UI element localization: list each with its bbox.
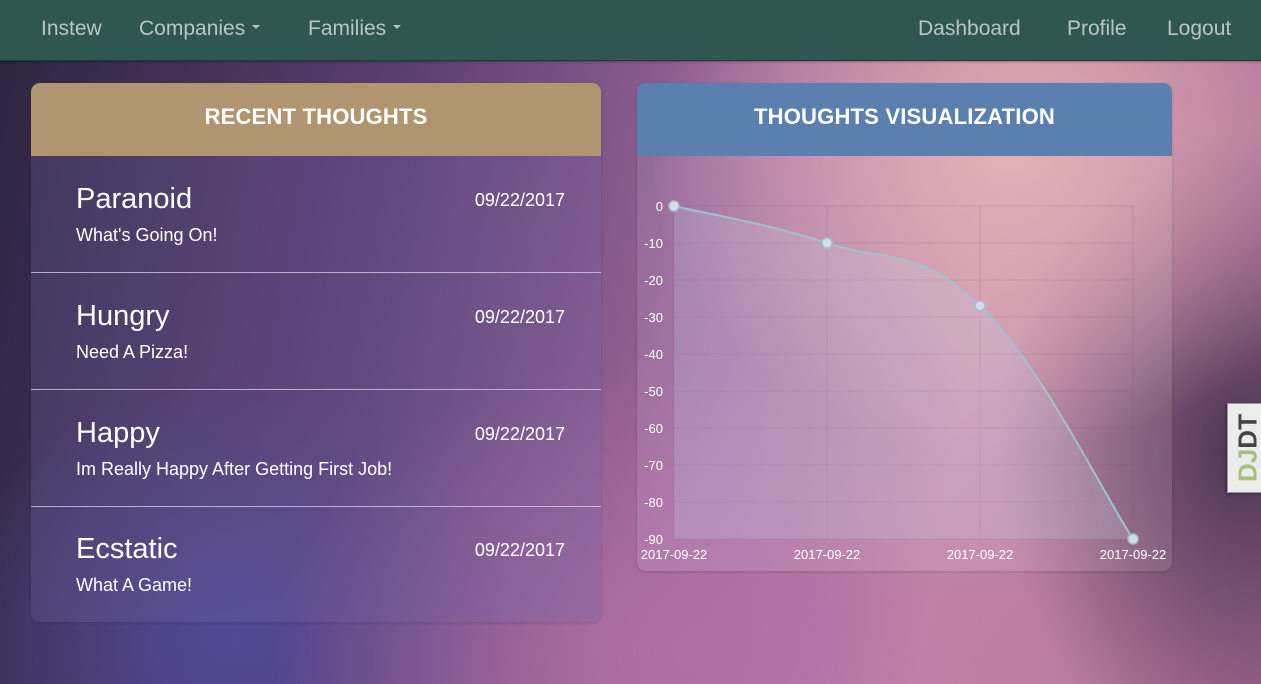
thought-mood: Happy (76, 417, 160, 449)
logout-link[interactable]: Logout (1167, 16, 1231, 42)
families-dropdown[interactable]: Families (308, 16, 402, 42)
recent-thoughts-title: RECENT THOUGHTS (31, 83, 601, 156)
thought-mood: Hungry (76, 300, 170, 332)
companies-dropdown[interactable]: Companies (139, 16, 261, 42)
thought-date: 09/22/2017 (474, 540, 565, 560)
y-tick-label: -50 (644, 384, 663, 399)
thought-item: Ecstatic 09/22/2017 What A Game! (31, 506, 601, 622)
data-point (1127, 533, 1139, 545)
y-tick-label: -70 (644, 458, 663, 473)
x-tick-label: 2017-09-22 (794, 547, 861, 562)
thought-mood: Ecstatic (76, 533, 178, 565)
series-area (674, 206, 1133, 539)
thought-date: 09/22/2017 (474, 307, 565, 327)
caret-down-icon (393, 25, 402, 30)
data-point (668, 200, 680, 212)
thought-item: Happy 09/22/2017 Im Really Happy After G… (31, 390, 601, 507)
companies-label: Companies (139, 17, 246, 40)
y-tick-label: -80 (644, 495, 663, 510)
debug-toolbar-label: DJDT (1232, 414, 1261, 482)
recent-thoughts-panel: RECENT THOUGHTS Paranoid 09/22/2017 What… (31, 83, 601, 622)
x-tick-label: 2017-09-22 (641, 547, 708, 562)
families-label: Families (308, 17, 387, 40)
thought-item: Paranoid 09/22/2017 What's Going On! (31, 156, 601, 273)
y-tick-label: -60 (644, 421, 663, 436)
x-tick-label: 2017-09-22 (1100, 547, 1167, 562)
top-navbar: Instew Companies Families Dashboard Prof… (0, 0, 1261, 61)
x-tick-label: 2017-09-22 (947, 547, 1014, 562)
thought-text: What's Going On! (76, 225, 218, 245)
caret-down-icon (252, 25, 261, 30)
line-chart: 0-10-20-30-40-50-60-70-80-902017-09-22 20… (641, 199, 1167, 562)
thought-text: Im Really Happy After Getting First Job! (76, 459, 393, 479)
y-tick-label: -40 (644, 347, 663, 362)
y-tick-label: 0 (656, 199, 663, 214)
y-tick-label: -20 (644, 273, 663, 288)
thought-item: Hungry 09/22/2017 Need A Pizza! (31, 273, 601, 390)
chart-area: 0 -10 -20 -30 -40 -50 -60 -70 -80 -90 2017-09-22 20… (637, 156, 1172, 571)
brand-link[interactable]: Instew (41, 16, 102, 42)
data-point (974, 300, 986, 312)
data-point (821, 237, 833, 249)
thought-mood: Paranoid (76, 183, 193, 215)
dashboard-link[interactable]: Dashboard (918, 16, 1021, 42)
thought-date: 09/22/2017 (474, 190, 565, 210)
debug-toolbar-handle[interactable]: DJDT (1227, 403, 1261, 493)
thoughts-list: Paranoid 09/22/2017 What's Going On! Hun… (31, 156, 601, 622)
y-tick-label: -10 (644, 236, 663, 251)
y-tick-label: -90 (644, 532, 663, 547)
thoughts-visualization-panel: THOUGHTS VISUALIZATION 0 -10 -20 -30 -40 -50 -… (637, 83, 1172, 571)
thought-text: Need A Pizza! (76, 342, 189, 362)
thought-date: 09/22/2017 (474, 424, 565, 444)
y-tick-label: -30 (644, 310, 663, 325)
visualization-title: THOUGHTS VISUALIZATION (637, 83, 1172, 156)
profile-link[interactable]: Profile (1067, 16, 1127, 42)
thought-text: What A Game! (76, 575, 193, 595)
